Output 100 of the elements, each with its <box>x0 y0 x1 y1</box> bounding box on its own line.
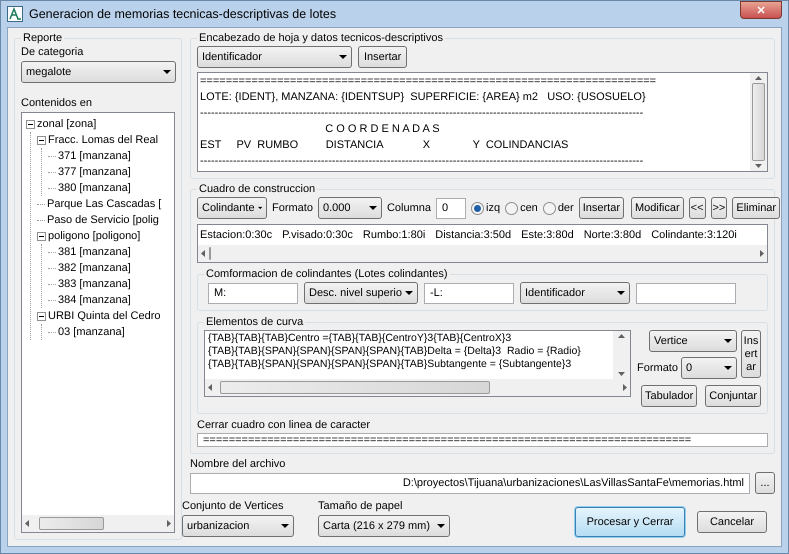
dropdown[interactable]: Carta (216 x 279 mm) <box>318 515 450 537</box>
dropdown[interactable]: Identificador <box>197 46 352 68</box>
tree-item[interactable]: 384 [manzana] <box>58 294 131 306</box>
insert-button[interactable]: Insertar <box>741 330 761 378</box>
radio-label: cen <box>520 202 538 214</box>
browse-button[interactable]: ... <box>755 472 775 494</box>
insert-button[interactable]: Insertar <box>358 46 408 68</box>
column-header: P.visado:0:30c <box>282 229 353 241</box>
caret-icon <box>724 366 732 370</box>
collapse-icon[interactable] <box>37 136 46 144</box>
arrow-down-icon[interactable] <box>755 164 762 168</box>
input-field[interactable]: -L: <box>424 282 514 304</box>
caret-icon <box>281 524 289 528</box>
arrow-left-icon[interactable] <box>25 520 29 527</box>
input-field[interactable]: ============================================================================ <box>197 433 768 447</box>
toolbar-button[interactable]: >> <box>710 197 728 219</box>
scrollbar-thumb[interactable] <box>752 83 765 161</box>
tree-item[interactable]: 377 [manzana] <box>58 166 131 178</box>
file-path-field[interactable]: D:\proyectos\Tijuana\urbanizaciones\LasVillasSantaFe\memorias.html <box>190 472 750 494</box>
input-field[interactable] <box>636 282 736 304</box>
caret-icon <box>163 70 171 74</box>
radio-button[interactable] <box>505 202 518 214</box>
dropdown[interactable]: 0.000 <box>318 197 382 219</box>
vertical-scrollbar[interactable] <box>613 331 630 379</box>
collapse-icon[interactable] <box>37 312 46 320</box>
field-label: Formato <box>272 202 313 214</box>
tree-item[interactable]: zonal [zona] <box>37 118 96 130</box>
dropdown[interactable]: urbanizacion <box>182 515 294 537</box>
text-area[interactable]: {TAB}{TAB}{TAB}Centro ={TAB}{TAB}{CentroY}3{TAB}{CentroX}3 {TAB}{TAB}{SPAN}{SPAN}{SPAN}{SPAN}{TAB}Delta = {Delta}3 Radio = {Radio} {TAB}{TAB}{SPAN}{SPAN}{SPAN}{SPAN}{TAB}Subtangente = {Subtangente}3 <box>204 330 632 397</box>
vertical-scrollbar[interactable] <box>750 73 767 171</box>
field-label: Conjunto de Vertices <box>182 500 285 512</box>
scrollbar-thumb[interactable] <box>39 517 104 530</box>
tree-item[interactable]: 371 [manzana] <box>58 150 131 162</box>
caret-icon <box>258 206 262 210</box>
column-header: Este:3:80d <box>521 229 574 241</box>
toolbar-button[interactable]: Eliminar <box>732 197 780 219</box>
text-line: {TAB}{TAB}{SPAN}{SPAN}{SPAN}{SPAN}{TAB}Subtangente = {Subtangente}3 <box>208 358 572 371</box>
tree-item[interactable]: Parque Las Cascadas [ <box>47 198 162 210</box>
dropdown[interactable]: Vertice <box>649 330 737 352</box>
dropdown[interactable]: Identificador <box>520 282 630 304</box>
field-label: Nombre del archivo <box>190 458 286 470</box>
dropdown[interactable]: megalote <box>21 61 176 83</box>
group-title: Encabezado de hoja y datos tecnicos-descriptivos <box>198 32 444 44</box>
tree-item[interactable]: poligono [poligono] <box>48 230 140 242</box>
text-line: EST PV RUMBO DISTANCIA X Y COLINDANCIAS <box>200 138 570 153</box>
tree-item[interactable]: URBI Quinta del Cedro <box>48 310 160 322</box>
arrow-up-icon[interactable] <box>755 76 762 80</box>
caret-icon <box>368 206 377 210</box>
column-header: Norte:3:80d <box>584 229 642 241</box>
toolbar-button[interactable]: Tabulador <box>640 385 698 407</box>
caret-icon <box>405 291 413 295</box>
dialog-button[interactable]: Procesar y Cerrar <box>575 507 685 537</box>
text-line: LOTE: {IDENT}, MANZANA: {IDENTSUP} SUPERFICIE: {AREA} m2 USO: {USOSUELO} <box>200 90 647 105</box>
dropdown[interactable]: Desc. nivel superio <box>304 282 418 304</box>
horizontal-scrollbar[interactable] <box>205 379 630 396</box>
toolbar-button[interactable]: Modificar <box>631 197 684 219</box>
caret-icon <box>339 55 347 59</box>
text-area[interactable] <box>197 72 768 172</box>
input-field[interactable]: M: <box>208 282 298 304</box>
arrow-left-icon[interactable] <box>201 250 205 257</box>
tree-item[interactable]: Fracc. Lomas del Real <box>48 134 158 146</box>
arrow-right-icon[interactable] <box>760 250 764 257</box>
tree-item[interactable]: 381 [manzana] <box>58 246 131 258</box>
collapse-icon[interactable] <box>37 232 46 240</box>
radio-label: der <box>558 202 574 214</box>
toolbar-button[interactable]: << <box>688 197 706 219</box>
arrow-left-icon[interactable] <box>208 384 212 391</box>
field-label: Tamaño de papel <box>318 500 404 512</box>
tree-item[interactable]: 380 [manzana] <box>58 182 131 194</box>
field-label: Columna <box>386 202 431 214</box>
dropdown[interactable]: 0 <box>681 357 737 379</box>
collapse-icon[interactable] <box>26 120 35 128</box>
toolbar-button[interactable]: Insertar <box>578 197 624 219</box>
text-line: ======================================================================= <box>200 74 658 89</box>
tree-item[interactable]: Paso de Servicio [polig <box>47 214 159 226</box>
input-field[interactable]: 0 <box>436 198 466 218</box>
field-label: Contenidos en <box>21 97 93 109</box>
tree-item[interactable]: 382 [manzana] <box>58 262 131 274</box>
arrow-right-icon[interactable] <box>167 520 171 527</box>
toolbar-button[interactable]: Conjuntar <box>705 385 761 407</box>
text-line: C O O R D E N A D A S <box>324 122 441 137</box>
horizontal-scrollbar[interactable] <box>22 515 174 532</box>
group-title: Cuadro de construccion <box>198 183 316 195</box>
dropdown[interactable]: Colindante <box>197 197 267 219</box>
tree-item[interactable]: 03 [manzana] <box>58 326 125 338</box>
window-title: Generacion de memorias tecnicas-descriptivas de lotes <box>29 7 338 21</box>
radio-button[interactable] <box>542 202 556 214</box>
radio-button[interactable] <box>471 202 484 214</box>
tree-item[interactable]: 383 [manzana] <box>58 278 131 290</box>
radio-label: izq <box>486 202 500 214</box>
group-title: Reporte <box>22 32 64 44</box>
scrollbar-thumb[interactable] <box>220 381 490 394</box>
scrollbar-thumb[interactable] <box>209 247 211 260</box>
arrow-up-icon[interactable] <box>618 334 626 338</box>
text-line: {TAB}{TAB}{SPAN}{SPAN}{SPAN}{SPAN}{TAB}Delta = {Delta}3 Radio = {Radio} <box>208 345 582 358</box>
column-header: Estacion:0:30c <box>200 229 272 241</box>
dialog-button[interactable]: Cancelar <box>697 511 767 533</box>
arrow-down-icon[interactable] <box>618 372 626 376</box>
horizontal-scrollbar[interactable] <box>198 245 767 262</box>
arrow-right-icon[interactable] <box>623 384 628 391</box>
